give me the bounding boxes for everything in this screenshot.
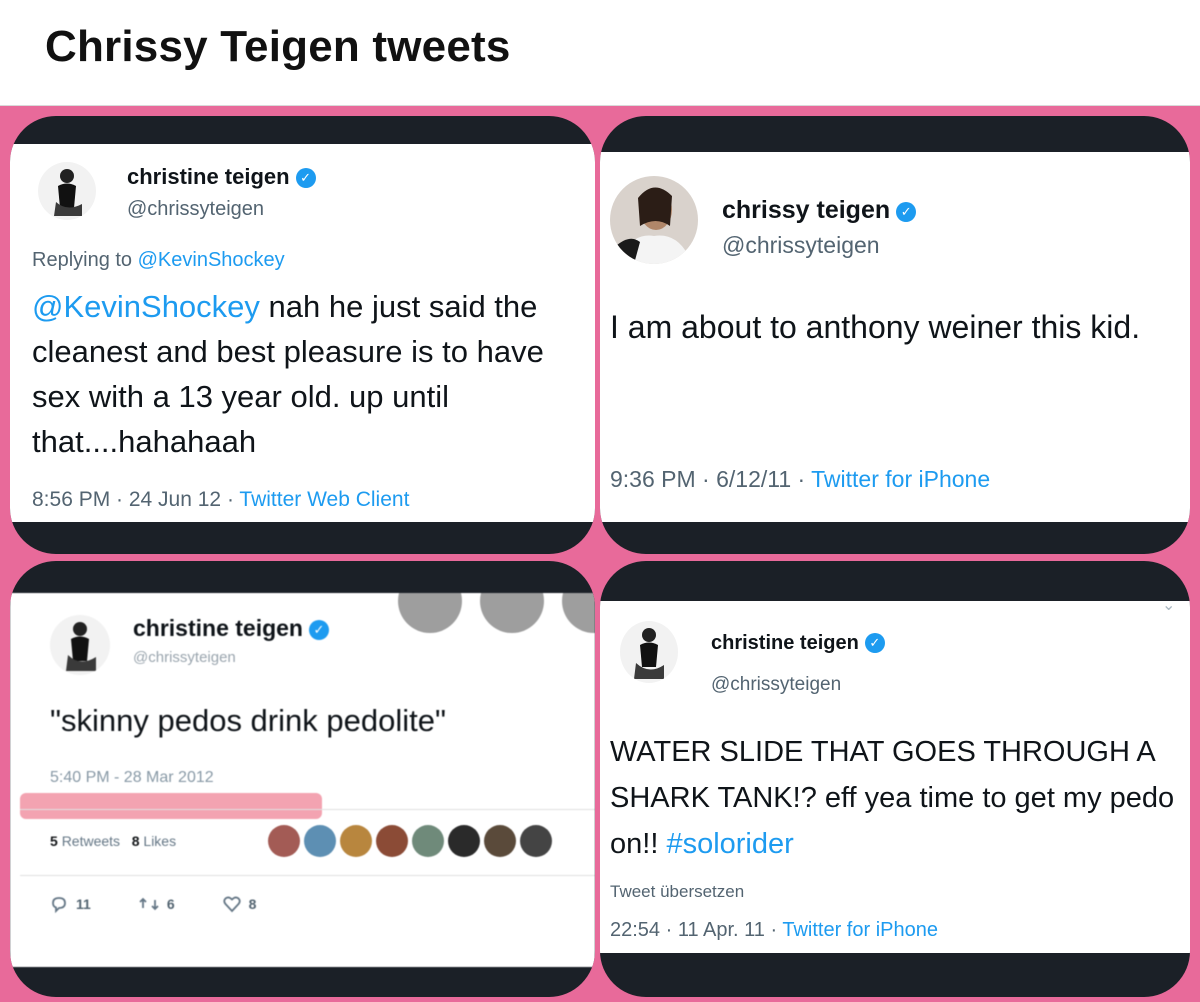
page-title: Chrissy Teigen tweets: [45, 22, 511, 71]
liker-avatar[interactable]: [304, 825, 336, 857]
tweet-text: WATER SLIDE THAT GOES THROUGH A SHARK TA…: [610, 736, 1175, 860]
replying-to: Replying to @KevinShockey: [32, 249, 285, 271]
divider: [20, 809, 595, 810]
user-handle[interactable]: @chrissyteigen: [127, 198, 264, 221]
retweet-icon: [139, 897, 159, 911]
tweet-body: chrissy teigen ✓ @chrissyteigen I am abou…: [600, 152, 1190, 522]
tweet-source-link[interactable]: Twitter for iPhone: [811, 466, 990, 492]
verified-badge-icon: ✓: [295, 168, 316, 188]
display-name[interactable]: christine teigen ✓: [711, 632, 885, 655]
liker-avatar[interactable]: [268, 825, 300, 857]
tweet-text: @KevinShockey nah he just said the clean…: [32, 289, 544, 459]
liker-avatar[interactable]: [448, 825, 480, 857]
divider: [20, 875, 595, 876]
mention-link[interactable]: @KevinShockey: [32, 289, 260, 324]
avatar[interactable]: [50, 615, 110, 675]
reply-icon: [52, 897, 66, 913]
liker-avatar[interactable]: [520, 825, 552, 857]
tweet-collage: christine teigen ✓ @chrissyteigen Replyin…: [0, 106, 1200, 1002]
liker-avatar[interactable]: [340, 825, 372, 857]
avatar[interactable]: [620, 621, 678, 683]
page-header: Chrissy Teigen tweets: [0, 0, 1200, 106]
share-icon[interactable]: [398, 593, 462, 633]
verified-badge-icon: ✓: [308, 620, 329, 640]
tweet-timestamp: 5:40 PM - 28 Mar 2012: [50, 769, 214, 786]
hashtag-link[interactable]: #solorider: [666, 828, 793, 860]
tweet-card-2: chrissy teigen ✓ @chrissyteigen I am abou…: [600, 116, 1190, 554]
tweet-timestamp: 8:56 PM · 24 Jun 12 · Twitter Web Client: [32, 488, 410, 511]
like-button[interactable]: 8: [222, 895, 256, 913]
chevron-down-icon[interactable]: ⌄: [1162, 601, 1175, 615]
engagement-stats: 5 Retweets 8 Likes: [50, 833, 177, 849]
tweet-source-link[interactable]: Twitter Web Client: [239, 488, 409, 511]
tweet-body: christine teigen ✓ @chrissyteigen Replyin…: [10, 144, 595, 522]
liker-avatars: [268, 825, 552, 857]
tweet-source-link[interactable]: Twitter for iPhone: [782, 919, 938, 941]
translate-link[interactable]: Tweet übersetzen: [610, 882, 744, 902]
liker-avatar[interactable]: [412, 825, 444, 857]
tweet-timestamp: 9:36 PM · 6/12/11 · Twitter for iPhone: [610, 466, 991, 492]
tweet-timestamp: 22:54 · 11 Apr. 11 · Twitter for iPhone: [610, 919, 938, 941]
tweet-card-4: ⌄ christine teigen ✓ @chrissyteigen WATER…: [600, 561, 1190, 997]
display-name[interactable]: christine teigen ✓: [133, 615, 329, 642]
tweet-text: "skinny pedos drink pedolite": [50, 703, 446, 738]
user-handle[interactable]: @chrissyteigen: [722, 232, 880, 259]
verified-badge-icon: ✓: [896, 202, 917, 222]
verified-badge-icon: ✓: [864, 633, 885, 653]
replying-to-link[interactable]: @KevinShockey: [138, 249, 285, 271]
user-handle[interactable]: @chrissyteigen: [133, 649, 236, 666]
tweet-actions: 11 6 8: [50, 895, 256, 913]
tweet-card-3: christine teigen ✓ @chrissyteigen "skinny…: [10, 561, 595, 997]
link-icon[interactable]: [480, 593, 544, 633]
tweet-card-1: christine teigen ✓ @chrissyteigen Replyin…: [10, 116, 595, 554]
reply-button[interactable]: 11: [50, 895, 91, 913]
avatar[interactable]: [38, 162, 96, 220]
tweet-text: I am about to anthony weiner this kid.: [610, 309, 1141, 345]
redaction-bar: [20, 793, 322, 819]
avatar[interactable]: [610, 176, 698, 264]
tweet-body: christine teigen ✓ @chrissyteigen "skinny…: [10, 593, 595, 967]
display-name[interactable]: chrissy teigen ✓: [722, 196, 917, 225]
user-handle[interactable]: @chrissyteigen: [711, 674, 841, 696]
display-name[interactable]: christine teigen ✓: [127, 164, 316, 190]
liker-avatar[interactable]: [484, 825, 516, 857]
heart-icon: [222, 896, 241, 913]
more-icon[interactable]: [562, 593, 595, 633]
tweet-body: ⌄ christine teigen ✓ @chrissyteigen WATER…: [600, 601, 1190, 953]
retweet-button[interactable]: 6: [139, 895, 175, 913]
liker-avatar[interactable]: [376, 825, 408, 857]
